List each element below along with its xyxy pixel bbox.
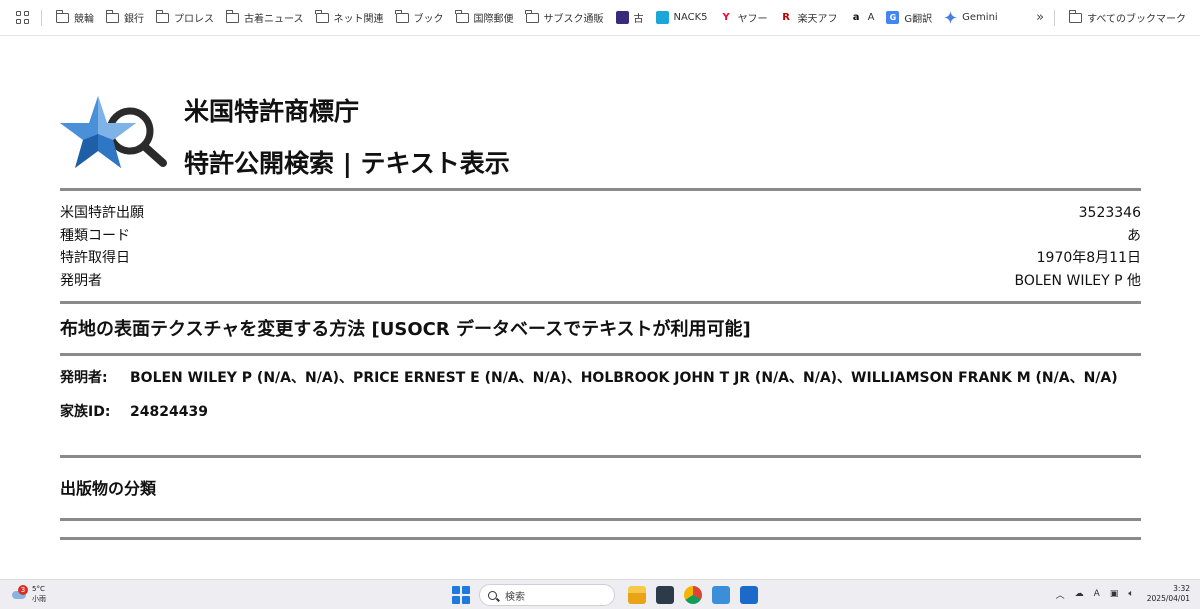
meta-row-inventor: 発明者 BOLEN WILEY P 他: [60, 270, 1141, 293]
inventors-value: BOLEN WILEY P (N/A、N/A)、PRICE ERNEST E (…: [130, 370, 1118, 386]
clock-time: 3:32: [1173, 584, 1190, 593]
meta-value: BOLEN WILEY P 他: [1014, 272, 1141, 289]
meta-label: 発明者: [60, 272, 102, 289]
inventors-row: 発明者: BOLEN WILEY P (N/A、N/A)、PRICE ERNES…: [60, 367, 1141, 401]
bookmark-gemini[interactable]: Gemini: [938, 6, 1004, 30]
bookmarks-separator: [41, 9, 42, 26]
folder-icon: [105, 9, 119, 24]
weather-description: 小雨: [32, 595, 46, 603]
weather-temperature: 5°C: [32, 585, 45, 593]
google-translate-favicon: G: [886, 11, 900, 24]
meta-label: 特許取得日: [60, 250, 130, 266]
bookmark-rakuten[interactable]: R 楽天アフ: [774, 6, 844, 30]
divider: [60, 537, 1141, 540]
meta-value: 1970年8月11日: [1036, 250, 1141, 266]
volume-icon[interactable]: 🔈︎: [1128, 589, 1133, 599]
photos-icon[interactable]: [712, 586, 730, 604]
bookmark-amazon[interactable]: aA: [844, 6, 881, 30]
page-subtitle: 特許公開検索 | テキスト表示: [184, 149, 510, 178]
all-bookmarks-folder[interactable]: すべてのブックマーク: [1063, 6, 1192, 30]
network-icon[interactable]: ▣: [1110, 589, 1119, 599]
folder-icon: [525, 9, 539, 24]
bookmarks-more-button[interactable]: »: [1026, 10, 1054, 25]
bookmark-folder-subscription[interactable]: サブスク通販: [520, 6, 610, 30]
bookmark-folder-vintage-news[interactable]: 古着ニュース: [220, 6, 310, 30]
site-favicon: [615, 11, 629, 24]
bookmark-folder-book[interactable]: ブック: [390, 6, 450, 30]
family-id-value: 24824439: [130, 404, 208, 420]
bookmark-folder-bank[interactable]: 銀行: [100, 6, 150, 30]
windows-start-icon[interactable]: [452, 586, 470, 604]
meta-label: 米国特許出願: [60, 205, 144, 221]
meta-row-application: 米国特許出願 3523346: [60, 202, 1141, 225]
meta-value: あ: [1127, 227, 1141, 244]
notification-badge: 3: [18, 585, 28, 595]
bookmark-nack5[interactable]: NACK5: [650, 6, 714, 30]
page-content: 米国特許商標庁 特許公開検索 | テキスト表示 米国特許出願 3523346 種…: [60, 36, 1141, 540]
store-icon[interactable]: [656, 586, 674, 604]
rakuten-favicon: R: [779, 11, 793, 24]
inventors-label: 発明者:: [60, 370, 108, 386]
windows-taskbar: 3 5°C 小雨 検索 ︿ ☁ A ▣ 🔈︎ 3:32 2025/04/01: [0, 579, 1200, 609]
folder-icon: [395, 9, 409, 24]
folder-icon: [315, 9, 329, 24]
folder-icon: [1068, 9, 1083, 24]
uspto-star-search-logo-icon: [60, 96, 167, 168]
taskbar-clock[interactable]: 3:32 2025/04/01: [1147, 584, 1190, 604]
folder-icon: [225, 9, 239, 24]
file-explorer-icon[interactable]: [628, 586, 646, 604]
bookmarks-separator: [1054, 9, 1056, 26]
amazon-favicon: a: [849, 11, 863, 24]
taskbar-search-placeholder: 検索: [505, 591, 525, 603]
bookmark-folder-prowrestling[interactable]: プロレス: [150, 6, 220, 30]
ime-indicator[interactable]: A: [1094, 589, 1100, 599]
gemini-favicon: [944, 11, 958, 24]
bookmark-folder-keirin[interactable]: 競輪: [50, 6, 100, 30]
folder-icon: [55, 9, 69, 24]
patent-meta-table: 米国特許出願 3523346 種類コード あ 特許取得日 1970年8月11日 …: [60, 191, 1141, 301]
nack5-favicon: [655, 11, 669, 24]
chrome-icon[interactable]: [684, 586, 702, 604]
taskbar-apps: 検索: [452, 584, 763, 606]
bookmark-google-translate[interactable]: G G翻訳: [880, 6, 938, 30]
apps-grid-icon[interactable]: [13, 9, 31, 27]
family-id-row: 家族ID: 24824439: [60, 401, 1141, 435]
classification-heading: 出版物の分類: [60, 479, 157, 498]
meta-label: 種類コード: [60, 227, 130, 244]
clock-date: 2025/04/01: [1146, 594, 1190, 603]
document-info: 発明者: BOLEN WILEY P (N/A、N/A)、PRICE ERNES…: [60, 356, 1141, 455]
meta-row-issue-date: 特許取得日 1970年8月11日: [60, 247, 1141, 270]
family-id-label: 家族ID:: [60, 404, 111, 420]
folder-icon: [455, 9, 469, 24]
taskbar-search-box[interactable]: 検索: [479, 584, 615, 606]
page-title: 米国特許商標庁: [184, 97, 360, 126]
bookmark-folder-intl-mail[interactable]: 国際郵便: [450, 6, 520, 30]
chevron-up-icon[interactable]: ︿: [1056, 588, 1065, 601]
bookmark-folder-net[interactable]: ネット関連: [310, 6, 390, 30]
rain-cloud-icon: 3: [10, 585, 28, 601]
meta-row-kind-code: 種類コード あ: [60, 225, 1141, 248]
weather-widget[interactable]: 3 5°C 小雨: [10, 584, 46, 604]
document-title: 布地の表面テクスチャを変更する方法 [USOCR データベースでテキストが利用可…: [60, 319, 751, 340]
bookmark-yahoo[interactable]: Y ヤフー: [714, 6, 774, 30]
search-icon: [488, 590, 497, 600]
page-header: 米国特許商標庁 特許公開検索 | テキスト表示: [60, 36, 1141, 188]
system-tray: ︿ ☁ A ▣ 🔈︎ 3:32 2025/04/01: [1051, 584, 1190, 604]
meta-value: 3523346: [1078, 205, 1141, 221]
bookmark-furu[interactable]: 古: [610, 6, 650, 30]
app-icon[interactable]: [740, 586, 758, 604]
onedrive-cloud-icon[interactable]: ☁: [1075, 589, 1084, 599]
yahoo-favicon: Y: [719, 11, 733, 24]
folder-icon: [155, 9, 169, 24]
bookmarks-bar: 競輪 銀行 プロレス 古着ニュース ネット関連 ブック 国際郵便 サブスク通販 …: [0, 0, 1200, 36]
